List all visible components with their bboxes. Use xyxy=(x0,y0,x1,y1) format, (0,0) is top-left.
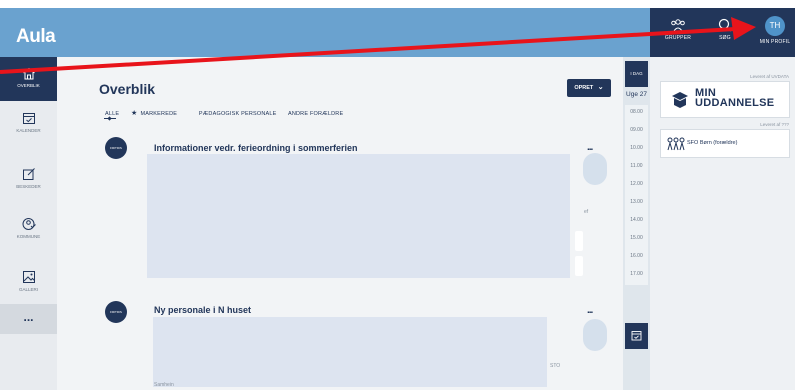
calendar-hour: 16.00 xyxy=(630,253,643,259)
sidebar-item-beskeder[interactable]: BESKEDER xyxy=(0,167,57,189)
post-attachment-card[interactable] xyxy=(575,256,583,276)
calendar-hour: 12.00 xyxy=(630,181,643,187)
sidebar-item-galleri[interactable]: GALLERI xyxy=(0,270,57,292)
calendar-hour: 08.00 xyxy=(630,109,643,115)
filter-active-marker xyxy=(107,116,112,121)
post-more-button[interactable]: ... xyxy=(587,305,593,316)
top-bar: Aula GRUPPER SØG TH MIN PROFIL xyxy=(0,8,795,57)
gallery-icon xyxy=(22,271,35,283)
profile-button[interactable]: TH MIN PROFIL xyxy=(755,16,795,52)
filter-bar: ALLE ★ MARKEREDE PÆDAGOGISK PERSONALE AND… xyxy=(105,109,353,117)
post-title: Informationer vedr. ferieordning i somme… xyxy=(154,143,358,153)
sidebar-item-kalender[interactable]: KALENDER xyxy=(0,111,57,133)
week-number: Uge 27 xyxy=(626,91,647,98)
filter-parents[interactable]: ANDRE FORÆLDRE xyxy=(288,111,343,117)
groups-icon xyxy=(671,19,685,32)
sfo-widget[interactable]: SFO Børn (forældre) xyxy=(660,129,790,158)
sidebar-item-label: BESKEDER xyxy=(16,184,41,189)
groups-label: GRUPPER xyxy=(664,35,692,41)
calendar-hour: 14.00 xyxy=(630,217,643,223)
widget-provider-label: Leveret af UVDATA xyxy=(750,74,789,79)
create-button[interactable]: OPRET ⌄ xyxy=(567,79,611,97)
minuddannelse-logo-text: MIN UDDANNELSE xyxy=(695,88,775,109)
profile-avatar: TH xyxy=(765,16,785,36)
star-icon: ★ xyxy=(131,110,138,117)
post-body-redacted xyxy=(147,154,570,278)
minuddannelse-logo-icon xyxy=(672,92,688,108)
sfo-widget-label: SFO Børn (forældre) xyxy=(687,140,738,146)
profile-label: MIN PROFIL xyxy=(759,39,791,45)
home-icon xyxy=(22,67,35,80)
sidebar-item-label: OVERBLIK xyxy=(17,83,40,88)
sidebar-item-kommune[interactable]: KOMMUNE xyxy=(0,217,57,239)
widget-panel: Leveret af UVDATA MIN UDDANNELSE Leveret… xyxy=(650,57,795,390)
post-more-button[interactable]: ... xyxy=(587,142,593,153)
minuddannelse-widget[interactable]: MIN UDDANNELSE xyxy=(660,81,790,118)
post-body-redacted xyxy=(153,317,547,387)
sidebar-item-label: KOMMUNE xyxy=(16,234,41,239)
children-icon xyxy=(667,137,685,151)
filter-all[interactable]: ALLE xyxy=(105,111,119,117)
post-attachment-card[interactable] xyxy=(575,231,583,251)
calendar-hour: 11.00 xyxy=(630,163,643,169)
calendar-hours: 08.00 09.00 10.00 11.00 12.00 13.00 14.0… xyxy=(625,105,648,285)
create-button-label: OPRET xyxy=(574,85,594,91)
post-text-fragment: ef xyxy=(584,209,589,215)
calendar-hour: 17.00 xyxy=(630,271,643,277)
filter-marked-label: MARKEREDE xyxy=(140,111,178,117)
calendar-hour: 15.00 xyxy=(630,235,643,241)
message-icon xyxy=(22,168,35,180)
today-button[interactable]: I DAG xyxy=(625,61,648,87)
calendar-hour: 09.00 xyxy=(630,127,643,133)
contact-icon xyxy=(22,218,36,230)
sidebar-more-button[interactable]: ... xyxy=(0,304,57,334)
sidebar-item-label: KALENDER xyxy=(16,128,41,133)
post-reaction-bubble[interactable] xyxy=(583,153,607,185)
sidebar: OVERBLIK KALENDER BESKEDER KOMMUNE GALLE… xyxy=(0,57,57,390)
calendar-check-icon xyxy=(631,331,642,341)
sidebar-item-overblik[interactable]: OVERBLIK xyxy=(0,57,57,101)
filter-marked[interactable]: ★ MARKEREDE xyxy=(131,110,187,117)
minuddannelse-logo-line2: UDDANNELSE xyxy=(695,97,775,109)
open-calendar-button[interactable] xyxy=(625,323,648,349)
calendar-hour: 10.00 xyxy=(630,145,643,151)
widget-provider-label: Leveret af ??? xyxy=(760,122,789,127)
post-author-avatar[interactable]: FRITIDS xyxy=(105,137,127,159)
search-button[interactable]: SØG xyxy=(705,18,745,54)
post-author-avatar[interactable]: FRITIDS xyxy=(105,301,127,323)
post-footer-text: Samhein xyxy=(154,382,174,388)
post-title: Ny personale i N huset xyxy=(154,305,252,315)
post-text-fragment: STO xyxy=(550,363,561,369)
mini-calendar: I DAG Uge 27 08.00 09.00 10.00 11.00 12.… xyxy=(623,57,650,390)
main-feed: Overblik OPRET ⌄ ALLE ★ MARKEREDE PÆDAGOG… xyxy=(57,57,623,390)
groups-button[interactable]: GRUPPER xyxy=(658,18,698,54)
search-label: SØG xyxy=(719,35,731,41)
sidebar-item-label: GALLERI xyxy=(18,287,38,292)
page-title: Overblik xyxy=(99,81,156,97)
calendar-icon xyxy=(22,113,35,124)
chevron-down-icon: ⌄ xyxy=(597,84,604,91)
calendar-hour: 13.00 xyxy=(630,199,643,205)
aula-logo[interactable]: Aula xyxy=(16,26,56,48)
filter-staff[interactable]: PÆDAGOGISK PERSONALE xyxy=(199,111,277,117)
post-reaction-bubble[interactable] xyxy=(583,319,607,351)
search-icon xyxy=(718,18,732,32)
